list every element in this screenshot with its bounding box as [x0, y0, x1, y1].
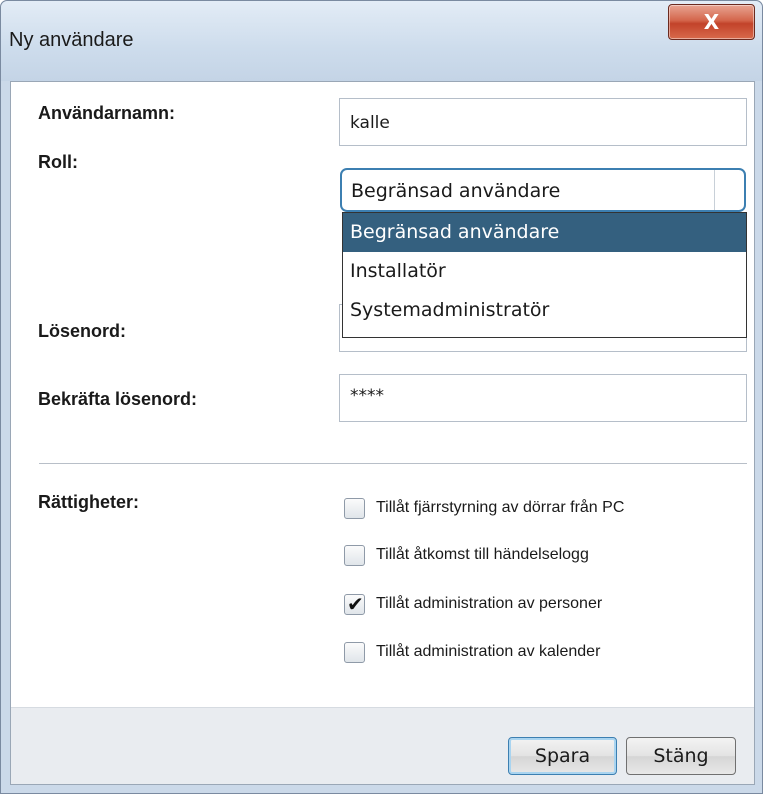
save-button[interactable]: Spara — [508, 737, 617, 775]
password-label: Lösenord: — [38, 321, 126, 341]
role-option-sysadmin[interactable]: Systemadministratör — [343, 291, 746, 330]
role-selected-value: Begränsad användare — [351, 180, 561, 202]
username-field[interactable]: kalle — [339, 98, 747, 146]
checkbox[interactable]: ✔ — [344, 591, 365, 616]
close-window-button[interactable]: X — [668, 4, 755, 40]
permissions-label: Rättigheter: — [38, 492, 140, 512]
checkbox[interactable] — [344, 544, 365, 566]
checkbox[interactable] — [344, 497, 365, 519]
dialog-content: Användarnamn: kalle Roll: Begränsad anvä… — [10, 81, 755, 785]
confirm-password-label: Bekräfta lösenord: — [38, 389, 198, 409]
dropdown-arrow-icon[interactable] — [714, 170, 744, 210]
title-bar[interactable]: Ny användare X — [1, 1, 762, 81]
role-label: Roll: — [38, 152, 78, 172]
close-icon: X — [703, 10, 720, 34]
window-title: Ny användare — [9, 29, 134, 51]
checkbox[interactable] — [344, 641, 365, 663]
checkmark-icon: ✔ — [347, 591, 364, 616]
separator — [39, 463, 747, 464]
permission-label: Tillåt åtkomst till händelselogg — [376, 546, 589, 563]
permission-label: Tillåt administration av personer — [376, 595, 603, 612]
permission-label: Tillåt administration av kalender — [376, 643, 601, 660]
confirm-password-field[interactable]: **** — [339, 374, 747, 422]
role-option-installer[interactable]: Installatör — [343, 252, 746, 291]
close-button[interactable]: Stäng — [626, 737, 736, 775]
dialog-window: Ny användare X Användarnamn: kalle Roll:… — [0, 0, 763, 794]
username-label: Användarnamn: — [38, 103, 176, 123]
confirm-password-value: **** — [350, 386, 384, 406]
permission-remote-doors[interactable]: Tillåt fjärrstyrning av dörrar från PC — [344, 495, 624, 521]
permission-event-log[interactable]: Tillåt åtkomst till händelselogg — [344, 542, 589, 568]
role-option-limited-user[interactable]: Begränsad användare — [343, 213, 746, 252]
button-bar: Spara Stäng — [11, 707, 754, 784]
permission-admin-persons[interactable]: ✔ Tillåt administration av personer — [344, 591, 602, 617]
username-value: kalle — [350, 113, 390, 133]
permission-admin-calendar[interactable]: Tillåt administration av kalender — [344, 639, 600, 665]
permission-label: Tillåt fjärrstyrning av dörrar från PC — [376, 499, 625, 516]
role-select[interactable]: Begränsad användare — [340, 168, 746, 212]
role-dropdown-list: Begränsad användare Installatör Systemad… — [342, 212, 747, 338]
